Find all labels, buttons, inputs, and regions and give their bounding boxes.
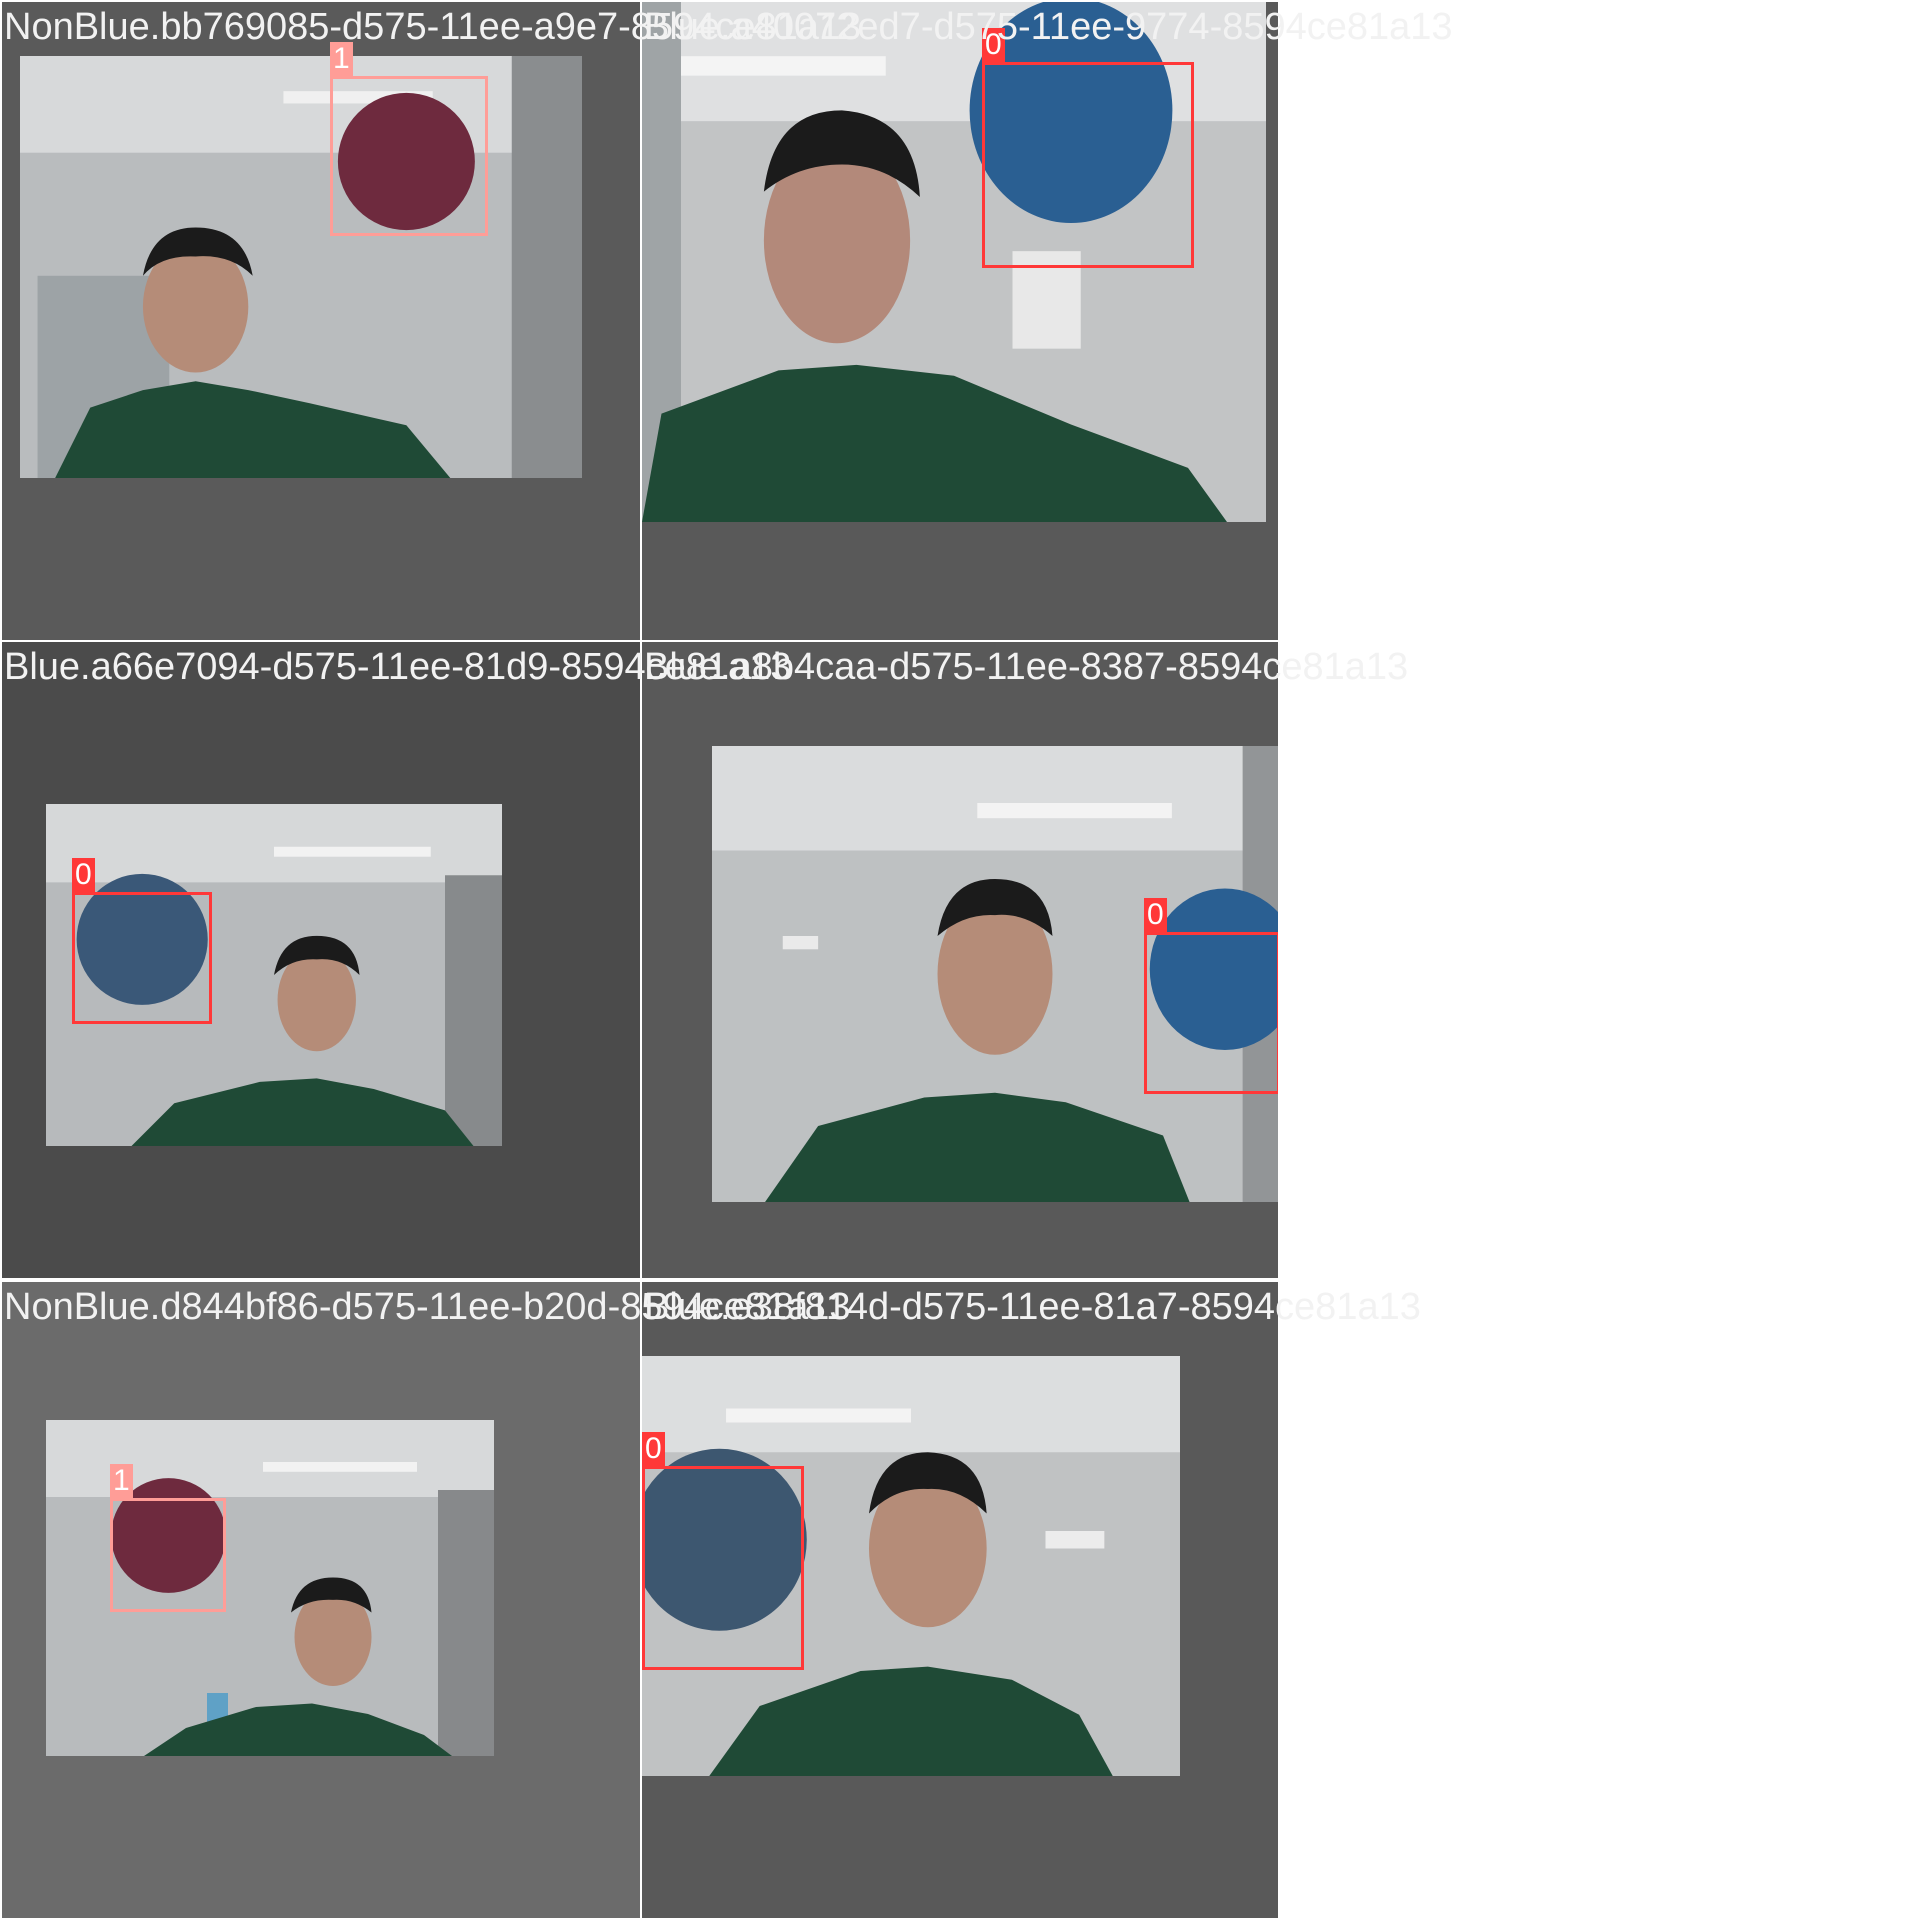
class-label: 0: [642, 1432, 665, 1466]
detection-box: [982, 62, 1194, 268]
mosaic-grid: 1 0 0 0 1 0 NonBlue.bb769085-d575-11ee-a…: [0, 0, 1920, 1920]
class-label: 0: [1144, 898, 1167, 932]
filename-caption: Blue.e38f814d-d575-11ee-81a7-8594ce81a13: [644, 1286, 1421, 1328]
tile-4: 0: [642, 642, 1278, 1278]
tile-5: 1: [2, 1282, 640, 1918]
tile-6: 0: [642, 1282, 1278, 1918]
detection-box: [642, 1466, 804, 1670]
detection-box: [330, 76, 488, 236]
detection-box: [1144, 932, 1278, 1094]
detection-box: [110, 1498, 226, 1612]
filename-caption: Blue.a8b4caa-d575-11ee-8387-8594ce81a13: [644, 646, 1409, 688]
tile-1: 1: [2, 2, 640, 640]
filename-caption: Blue.a40072ed7-d575-11ee-9774-8594ce81a1…: [644, 6, 1453, 48]
tile-2: 0: [642, 2, 1278, 640]
tile-3: 0: [2, 642, 640, 1278]
class-label: 0: [72, 858, 95, 892]
camera-frame: [20, 56, 582, 478]
detection-box: [72, 892, 212, 1024]
class-label: 1: [110, 1464, 133, 1498]
